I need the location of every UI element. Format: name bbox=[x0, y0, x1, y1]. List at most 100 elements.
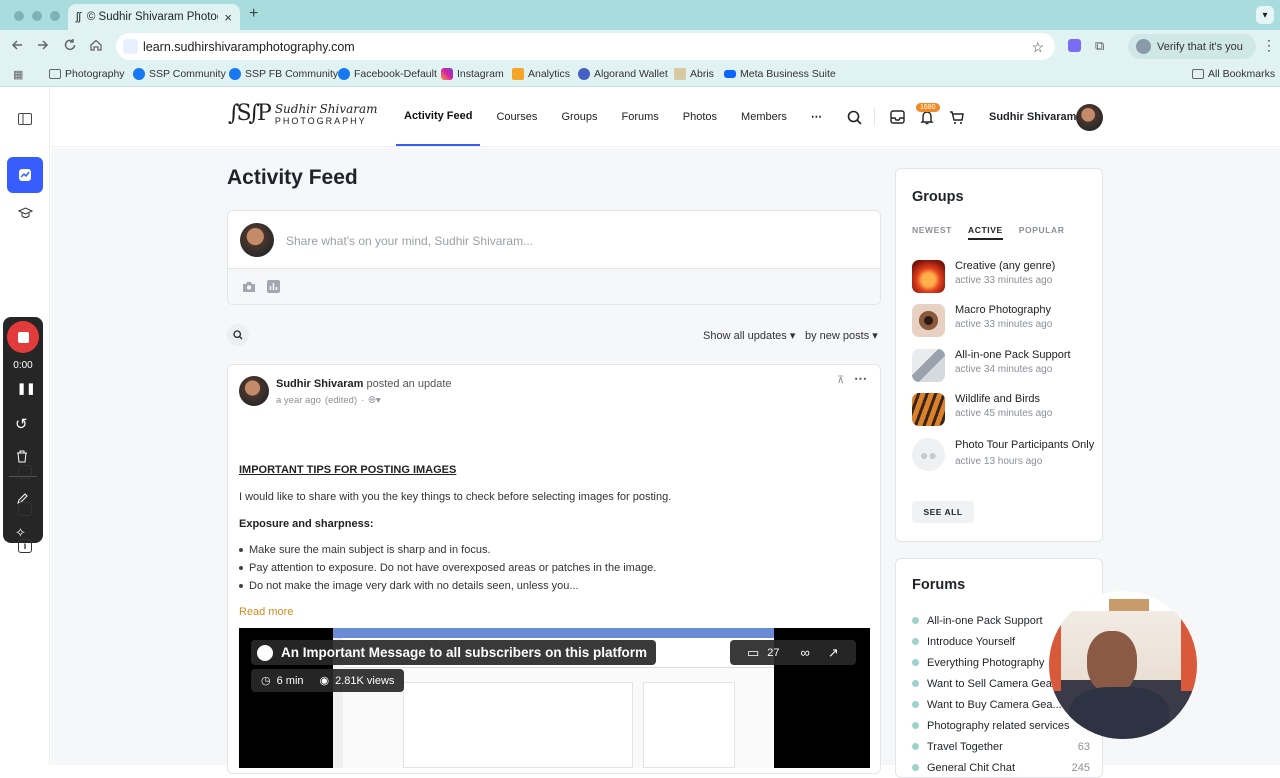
forum-item[interactable]: Travel Together 63 bbox=[912, 736, 1090, 757]
address-bar[interactable]: learn.sudhirshivaramphotography.com ☆ bbox=[116, 33, 1055, 60]
forum-item[interactable]: General Chit Chat 245 bbox=[912, 757, 1090, 778]
bookmark-item[interactable]: Algorand Wallet bbox=[578, 68, 668, 80]
video-views: 2.81K views bbox=[335, 674, 395, 687]
site-logo[interactable]: ∫S∫P Sudhir Shivaram PHOTOGRAPHY bbox=[228, 101, 378, 126]
bookmark-item[interactable]: Analytics bbox=[512, 68, 570, 80]
post-bullets: Make sure the main subject is sharp and … bbox=[239, 544, 656, 598]
extension-icon[interactable] bbox=[1068, 39, 1081, 52]
url-text: learn.sudhirshivaramphotography.com bbox=[143, 39, 355, 54]
post-author[interactable]: Sudhir Shivaram bbox=[276, 378, 363, 390]
external-link-icon[interactable]: ↗ bbox=[828, 645, 839, 661]
forum-item[interactable]: Photography related services bbox=[912, 715, 1090, 736]
user-avatar[interactable] bbox=[1076, 104, 1103, 131]
groups-widget: Groups NEWEST ACTIVE POPULAR Creative (a… bbox=[895, 168, 1103, 542]
browser-tab-bar: ʃʃ © Sudhir Shivaram Photograp × + ▾ bbox=[0, 0, 1280, 30]
restart-icon[interactable]: ↺ bbox=[15, 415, 28, 433]
nav-more-icon[interactable]: ⋯ bbox=[803, 87, 830, 146]
bookmark-item[interactable]: Meta Business Suite bbox=[724, 68, 836, 80]
browser-menu-icon[interactable]: ⋮ bbox=[1262, 37, 1276, 54]
pause-icon[interactable]: ❚❚ bbox=[17, 382, 35, 395]
group-item[interactable]: ●● Photo Tour Participants Only active 13… bbox=[912, 438, 1095, 471]
window-controls[interactable] bbox=[14, 11, 60, 21]
nav-forums[interactable]: Forums bbox=[614, 87, 667, 146]
notification-badge: 1680 bbox=[916, 103, 940, 112]
tab-title: © Sudhir Shivaram Photograp bbox=[86, 11, 219, 23]
back-icon[interactable] bbox=[10, 38, 24, 52]
activity-icon[interactable] bbox=[7, 157, 43, 193]
info-icon[interactable]: i bbox=[18, 502, 32, 516]
globe-icon[interactable]: 🌐︎▾ bbox=[368, 395, 380, 406]
list-item: Make sure the main subject is sharp and … bbox=[239, 544, 656, 556]
show-updates-dropdown[interactable]: Show all updates ▾ bbox=[703, 329, 795, 342]
bookmark-item[interactable]: Photography bbox=[49, 68, 125, 80]
tab-active[interactable]: ACTIVE bbox=[967, 225, 1003, 240]
user-name[interactable]: Sudhir Shivaram bbox=[989, 111, 1076, 123]
camera-icon[interactable] bbox=[242, 281, 256, 293]
browser-toolbar: learn.sudhirshivaramphotography.com ☆ ⧉ … bbox=[0, 30, 1280, 63]
info-icon[interactable]: i bbox=[18, 465, 32, 479]
apps-grid-icon[interactable]: ▦ bbox=[13, 68, 23, 81]
nav-courses[interactable]: Courses bbox=[488, 87, 545, 146]
group-item[interactable]: Wildlife and Birds active 45 minutes ago bbox=[912, 393, 1052, 426]
profile-avatar bbox=[1136, 39, 1151, 54]
reload-icon[interactable] bbox=[63, 38, 77, 52]
courses-icon[interactable] bbox=[18, 207, 33, 219]
tab-newest[interactable]: NEWEST bbox=[912, 225, 952, 240]
pin-icon[interactable]: ⊼ bbox=[837, 375, 844, 386]
stop-record-button[interactable] bbox=[7, 321, 39, 353]
read-more-link[interactable]: Read more bbox=[239, 606, 293, 618]
nav-members[interactable]: Members bbox=[733, 87, 795, 146]
bookmark-star-icon[interactable]: ☆ bbox=[1031, 39, 1044, 56]
new-tab-button[interactable]: + bbox=[249, 5, 258, 23]
bookmark-item[interactable]: Facebook-Default bbox=[338, 68, 437, 80]
info-icon[interactable]: i bbox=[18, 539, 32, 553]
video-title[interactable]: An Important Message to all subscribers … bbox=[281, 645, 647, 660]
group-thumbnail bbox=[912, 304, 945, 337]
bookmark-item[interactable]: Abris bbox=[674, 68, 714, 80]
post-subheading: Exposure and sharpness: bbox=[239, 518, 374, 530]
page-title: Activity Feed bbox=[227, 166, 358, 189]
verify-profile-button[interactable]: Verify that it's you bbox=[1128, 34, 1256, 59]
site-info-icon[interactable] bbox=[123, 39, 138, 54]
home-icon[interactable] bbox=[89, 38, 103, 52]
notifications-bell-icon[interactable] bbox=[920, 110, 934, 125]
bookmark-item[interactable]: Instagram bbox=[441, 68, 504, 80]
nav-groups[interactable]: Groups bbox=[553, 87, 605, 146]
link-icon[interactable]: ∞ bbox=[801, 645, 810, 660]
logo-mark-icon: ∫S∫P bbox=[228, 101, 272, 126]
cart-icon[interactable] bbox=[949, 110, 964, 125]
post-action: posted an update bbox=[366, 378, 452, 390]
webcam-overlay[interactable] bbox=[1049, 591, 1197, 739]
inbox-icon[interactable] bbox=[890, 110, 905, 124]
close-tab-icon[interactable]: × bbox=[224, 10, 232, 25]
forward-icon[interactable] bbox=[36, 38, 50, 52]
bookmark-item[interactable]: SSP Community bbox=[133, 68, 226, 80]
post-options-icon[interactable]: ⋯ bbox=[854, 371, 867, 387]
video-embed[interactable]: An Important Message to all subscribers … bbox=[239, 628, 870, 768]
tab-search-button[interactable]: ▾ bbox=[1256, 6, 1274, 24]
poll-icon[interactable] bbox=[267, 280, 280, 293]
group-item[interactable]: Macro Photography active 33 minutes ago bbox=[912, 304, 1052, 337]
comments-icon[interactable]: ▭ bbox=[747, 645, 759, 661]
all-bookmarks[interactable]: All Bookmarks bbox=[1192, 68, 1275, 80]
sort-dropdown[interactable]: by new posts ▾ bbox=[805, 329, 878, 342]
logo-subtext: PHOTOGRAPHY bbox=[274, 115, 367, 126]
nav-activity-feed[interactable]: Activity Feed bbox=[396, 87, 481, 146]
composer-avatar bbox=[240, 223, 274, 257]
group-item[interactable]: Creative (any genre) active 33 minutes ag… bbox=[912, 260, 1055, 293]
delete-icon[interactable] bbox=[16, 450, 28, 463]
browser-tab[interactable]: ʃʃ © Sudhir Shivaram Photograp × bbox=[68, 4, 240, 30]
search-icon[interactable] bbox=[847, 110, 862, 125]
list-item: Do not make the image very dark with no … bbox=[239, 580, 656, 592]
post-author-avatar[interactable] bbox=[239, 376, 269, 406]
tab-popular[interactable]: POPULAR bbox=[1019, 225, 1065, 240]
see-all-groups-button[interactable]: SEE ALL bbox=[912, 501, 974, 523]
bookmark-item[interactable]: SSP FB Community bbox=[229, 68, 338, 80]
panel-toggle-icon[interactable] bbox=[18, 113, 32, 125]
extensions-puzzle-icon[interactable]: ⧉ bbox=[1095, 38, 1104, 54]
post-time[interactable]: a year ago bbox=[276, 395, 321, 406]
group-item[interactable]: All-in-one Pack Support active 34 minutes… bbox=[912, 349, 1071, 382]
feed-search-icon[interactable] bbox=[227, 324, 249, 346]
nav-photos[interactable]: Photos bbox=[675, 87, 725, 146]
composer-input[interactable]: Share what's on your mind, Sudhir Shivar… bbox=[286, 234, 533, 248]
